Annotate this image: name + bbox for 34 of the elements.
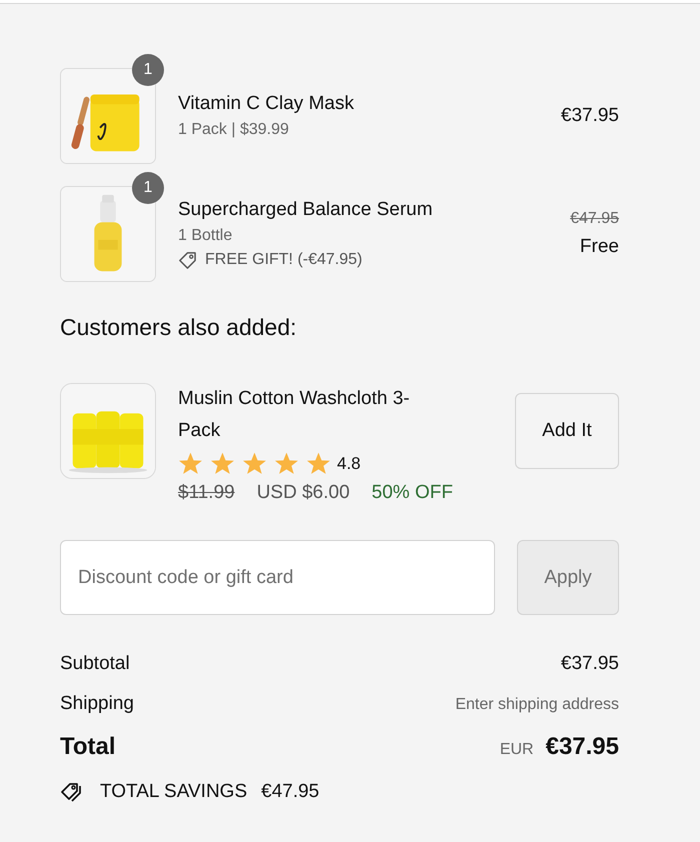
subtotal-value: €37.95 <box>560 653 619 675</box>
currency-code: EUR <box>500 741 534 759</box>
product-name: Muslin Cotton Washcloth 3-Pack <box>178 387 411 443</box>
section-heading: Customers also added: <box>60 314 298 341</box>
discount-percent: 50% OFF <box>372 482 453 504</box>
sale-price: USD $6.00 <box>256 482 350 504</box>
item-price: €37.95 <box>560 105 619 127</box>
item-price: Free <box>580 236 619 258</box>
shipping-label: Shipping <box>60 693 134 715</box>
total-value: €37.95 <box>546 733 619 761</box>
star-icon <box>210 451 235 476</box>
original-price: $11.99 <box>178 482 235 504</box>
discount-label: FREE GIFT! (-€47.95) <box>205 251 362 269</box>
product-variant: 1 Bottle <box>178 226 234 244</box>
quantity-badge: 1 <box>132 172 164 204</box>
apply-button[interactable]: Apply <box>517 540 619 615</box>
add-it-button[interactable]: Add It <box>515 393 619 469</box>
star-icon <box>306 451 331 476</box>
subtotal-label: Subtotal <box>60 653 130 675</box>
tag-icon <box>178 250 197 270</box>
product-variant: 1 Pack | $39.99 <box>178 121 290 139</box>
original-price: €47.95 <box>570 210 619 228</box>
rating-value: 4.8 <box>337 454 361 474</box>
product-name: Supercharged Balance Serum <box>178 198 434 220</box>
star-icon <box>274 451 299 476</box>
star-icon <box>242 451 267 476</box>
product-name: Vitamin C Clay Mask <box>178 93 355 115</box>
shipping-value: Enter shipping address <box>455 696 619 714</box>
savings-label: TOTAL SAVINGS <box>100 781 248 803</box>
discount-code-field[interactable]: Discount code or gift card <box>60 540 495 615</box>
total-label: Total <box>60 733 116 761</box>
savings-value: €47.95 <box>261 781 320 803</box>
star-icon <box>178 451 203 476</box>
quantity-badge: 1 <box>132 54 164 86</box>
